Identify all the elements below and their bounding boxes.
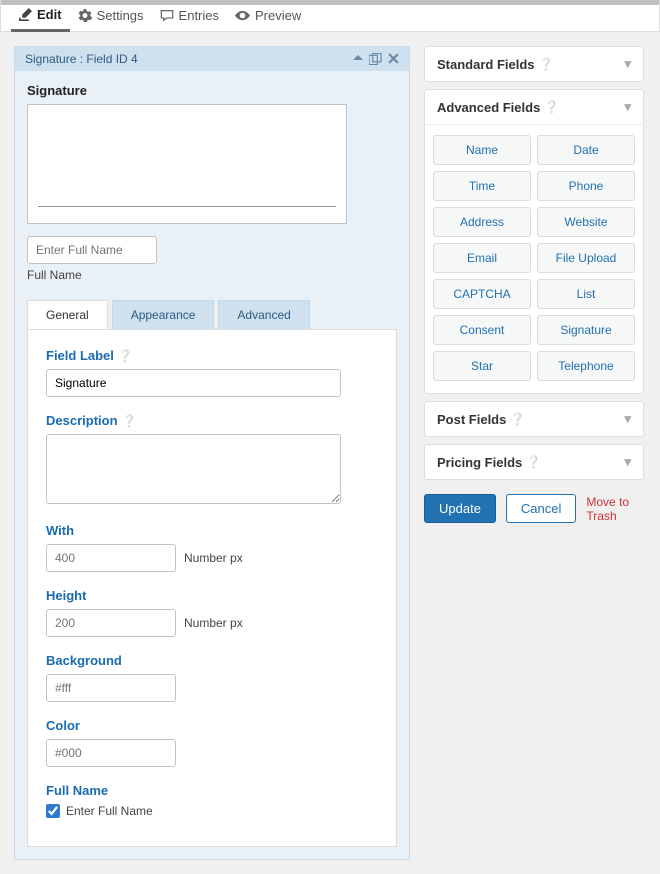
width-label: With [46, 523, 74, 538]
field-card-title: Signature : Field ID 4 [25, 52, 138, 66]
collapse-icon[interactable] [353, 53, 363, 65]
description-label: Description [46, 413, 118, 428]
update-button[interactable]: Update [424, 494, 496, 523]
standard-fields-header[interactable]: Standard Fields ❔ ▾ [425, 47, 643, 81]
tab-label: Entries [179, 8, 219, 23]
full-name-checkbox-row[interactable]: Enter Full Name [46, 804, 378, 818]
gears-icon [78, 9, 92, 22]
full-name-input[interactable] [27, 236, 157, 264]
pricing-fields-header[interactable]: Pricing Fields ❔ ▾ [425, 445, 643, 479]
field-btn-list[interactable]: List [537, 279, 635, 309]
inner-tabs: General Appearance Advanced [27, 300, 397, 329]
signature-line [38, 206, 336, 207]
description-input[interactable] [46, 434, 341, 504]
height-label: Height [46, 588, 86, 603]
field-btn-website[interactable]: Website [537, 207, 635, 237]
panel-title: Pricing Fields [437, 455, 522, 470]
pricing-fields-panel: Pricing Fields ❔ ▾ [424, 444, 644, 480]
help-icon[interactable]: ❔ [526, 455, 541, 469]
top-tabs: Edit Settings Entries Preview [0, 0, 660, 32]
color-label: Color [46, 718, 80, 733]
field-editor-card: Signature : Field ID 4 Signature Full Na… [14, 46, 410, 860]
tab-general[interactable]: General [27, 300, 108, 329]
help-icon[interactable]: ❔ [122, 414, 137, 428]
standard-fields-panel: Standard Fields ❔ ▾ [424, 46, 644, 82]
help-icon[interactable]: ❔ [544, 100, 559, 114]
field-btn-captcha[interactable]: CAPTCHA [433, 279, 531, 309]
panel-title: Post Fields [437, 412, 506, 427]
field-btn-telephone[interactable]: Telephone [537, 351, 635, 381]
width-input[interactable] [46, 544, 176, 572]
tab-appearance[interactable]: Appearance [112, 300, 215, 329]
full-name-checkbox[interactable] [46, 804, 60, 818]
field-btn-date[interactable]: Date [537, 135, 635, 165]
full-name-label: Full Name [46, 783, 108, 798]
field-btn-signature[interactable]: Signature [537, 315, 635, 345]
duplicate-icon[interactable] [369, 53, 382, 65]
preview-field-label: Signature [27, 83, 397, 98]
advanced-fields-panel: Advanced Fields ❔ ▾ Name Date Time Phone … [424, 89, 644, 394]
advanced-fields-header[interactable]: Advanced Fields ❔ ▾ [425, 90, 643, 124]
chevron-down-icon: ▾ [624, 99, 631, 115]
field-label-input[interactable] [46, 369, 341, 397]
field-card-header: Signature : Field ID 4 [15, 47, 409, 71]
full-name-sublabel: Full Name [27, 268, 397, 282]
close-icon[interactable] [388, 53, 399, 65]
chevron-down-icon: ▾ [624, 454, 631, 470]
eye-icon [235, 9, 250, 22]
field-btn-email[interactable]: Email [433, 243, 531, 273]
action-row: Update Cancel Move to Trash [424, 494, 644, 523]
field-btn-phone[interactable]: Phone [537, 171, 635, 201]
post-fields-header[interactable]: Post Fields ❔ ▾ [425, 402, 643, 436]
field-label-label: Field Label [46, 348, 114, 363]
chevron-down-icon: ▾ [624, 56, 631, 72]
field-btn-time[interactable]: Time [433, 171, 531, 201]
width-unit: Number px [184, 551, 243, 565]
field-btn-star[interactable]: Star [433, 351, 531, 381]
background-input[interactable] [46, 674, 176, 702]
height-unit: Number px [184, 616, 243, 630]
advanced-fields-body: Name Date Time Phone Address Website Ema… [425, 124, 643, 393]
chevron-down-icon: ▾ [624, 411, 631, 427]
tab-label: Settings [97, 8, 144, 23]
help-icon[interactable]: ❔ [539, 57, 554, 71]
panel-title: Standard Fields [437, 57, 535, 72]
help-icon[interactable]: ❔ [118, 349, 133, 363]
tab-label: Preview [255, 8, 301, 23]
signature-pad[interactable] [27, 104, 347, 224]
full-name-checkbox-label: Enter Full Name [66, 804, 153, 818]
cancel-button[interactable]: Cancel [506, 494, 576, 523]
move-to-trash-link[interactable]: Move to Trash [586, 495, 644, 523]
tab-label: Edit [37, 7, 62, 22]
field-btn-address[interactable]: Address [433, 207, 531, 237]
panel-title: Advanced Fields [437, 100, 540, 115]
general-panel: Field Label ❔ Description ❔ With Number px [27, 329, 397, 847]
field-btn-consent[interactable]: Consent [433, 315, 531, 345]
height-input[interactable] [46, 609, 176, 637]
field-btn-name[interactable]: Name [433, 135, 531, 165]
speech-bubble-icon [160, 9, 174, 22]
color-input[interactable] [46, 739, 176, 767]
post-fields-panel: Post Fields ❔ ▾ [424, 401, 644, 437]
field-btn-file-upload[interactable]: File Upload [537, 243, 635, 273]
tab-advanced[interactable]: Advanced [218, 300, 309, 329]
background-label: Background [46, 653, 122, 668]
help-icon[interactable]: ❔ [510, 412, 525, 426]
pencil-square-icon [19, 8, 32, 21]
